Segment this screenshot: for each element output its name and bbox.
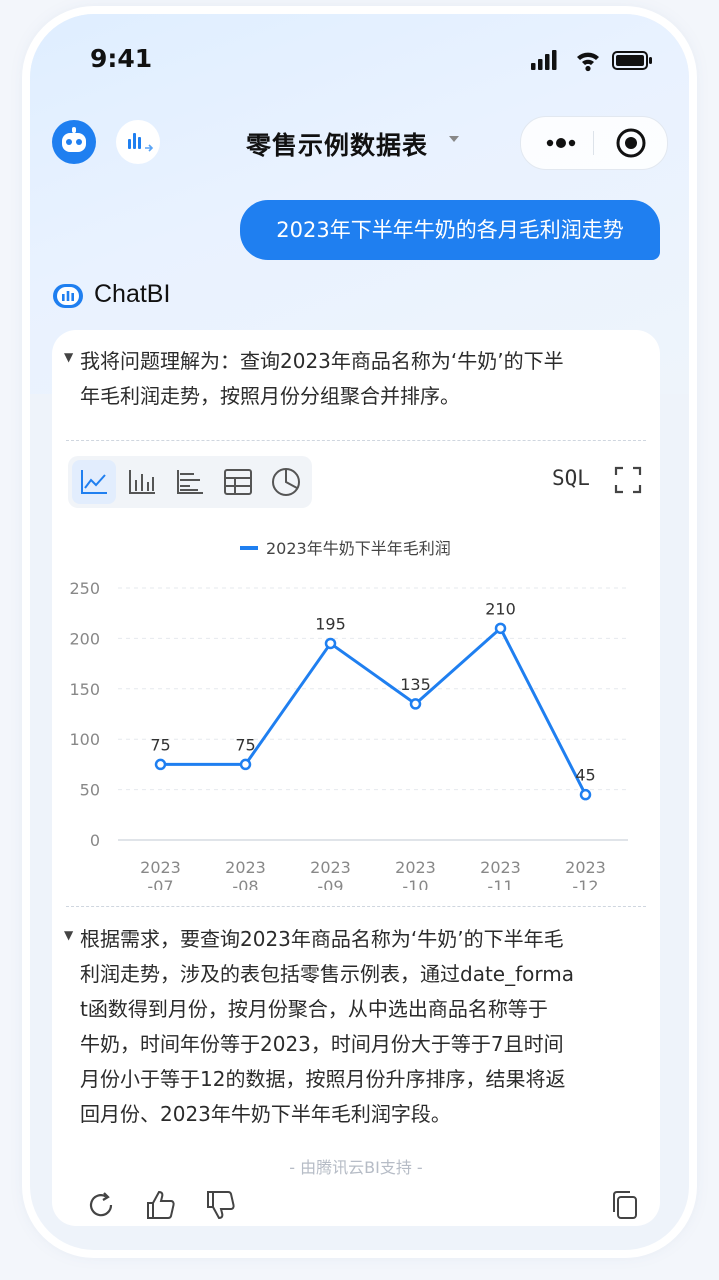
thumbs-down-icon[interactable] bbox=[204, 1188, 238, 1222]
explanation-text: 根据需求，要查询2023年商品名称为‘牛奶’的下半年毛 利润走势，涉及的表包括零… bbox=[80, 922, 574, 1132]
thumbs-up-icon[interactable] bbox=[144, 1188, 178, 1222]
bot-name: ChatBI bbox=[94, 280, 171, 308]
pie-chart-button[interactable] bbox=[264, 460, 308, 504]
divider bbox=[66, 440, 646, 441]
line-chart-button[interactable] bbox=[72, 460, 116, 504]
x-tick-label: -11 bbox=[487, 877, 513, 890]
horizontal-bar-icon bbox=[177, 470, 203, 494]
x-tick-label: 2023 bbox=[480, 858, 521, 877]
page-title[interactable]: 零售示例数据表 bbox=[246, 126, 428, 162]
phone-frame: 9:41 零售示例数据表 2023年下半年牛奶的各月毛利润走势 ChatBI ▼… bbox=[30, 14, 689, 1250]
y-tick-label: 0 bbox=[90, 831, 100, 850]
powered-by: - 由腾讯云BI支持 - bbox=[289, 1158, 423, 1177]
robot-icon bbox=[62, 127, 86, 152]
chart-type-toolbar bbox=[68, 456, 312, 508]
table-icon bbox=[224, 469, 252, 495]
y-tick-label: 150 bbox=[69, 680, 100, 699]
data-point bbox=[154, 758, 167, 771]
understanding-line: 年毛利润走势，按照月份分组聚合并排序。 bbox=[80, 384, 460, 408]
collapse-caret-icon[interactable]: ▼ bbox=[64, 350, 73, 364]
signal-icon bbox=[531, 50, 557, 70]
mini-program-capsule bbox=[520, 116, 668, 170]
y-tick-label: 50 bbox=[80, 781, 100, 800]
status-icons bbox=[531, 50, 652, 72]
close-mini-program-icon[interactable] bbox=[601, 117, 661, 169]
x-tick-label: 2023 bbox=[395, 858, 436, 877]
data-label: 195 bbox=[315, 614, 346, 633]
x-tick-label: 2023 bbox=[565, 858, 606, 877]
app-header: 零售示例数据表 bbox=[30, 114, 689, 198]
bot-avatar[interactable] bbox=[52, 120, 96, 164]
chevron-down-icon[interactable] bbox=[448, 134, 460, 144]
x-tick-label: 2023 bbox=[225, 858, 266, 877]
more-icon[interactable] bbox=[531, 117, 589, 169]
legend-label: 2023年牛奶下半年毛利润 bbox=[266, 539, 451, 558]
x-tick-label: 2023 bbox=[140, 858, 181, 877]
chatbi-logo-icon bbox=[53, 284, 83, 308]
pie-chart-icon bbox=[272, 468, 300, 496]
x-tick-label: -12 bbox=[572, 877, 598, 890]
user-message-bubble: 2023年下半年牛奶的各月毛利润走势 bbox=[240, 200, 660, 260]
status-time: 9:41 bbox=[90, 44, 153, 73]
x-tick-label: -08 bbox=[232, 877, 258, 890]
line-chart-icon bbox=[81, 470, 107, 494]
series-line bbox=[160, 626, 587, 796]
x-tick-label: -10 bbox=[402, 877, 428, 890]
wifi-icon bbox=[577, 52, 599, 72]
x-tick-label: 2023 bbox=[310, 858, 351, 877]
battery-icon bbox=[612, 51, 652, 70]
collapse-caret-icon[interactable]: ▼ bbox=[64, 928, 73, 942]
data-label: 135 bbox=[400, 675, 431, 694]
explanation-line: t函数得到月份，按月份聚合，从中选出商品名称等于 bbox=[80, 997, 548, 1021]
explanation-line: 利润走势，涉及的表包括零售示例表，通过date_forma bbox=[80, 962, 574, 986]
data-label: 210 bbox=[485, 599, 516, 618]
explanation-line: 回月份、2023年牛奶下半年毛利润字段。 bbox=[80, 1102, 451, 1126]
data-label: 75 bbox=[235, 735, 255, 754]
explanation-line: 月份小于等于12的数据，按照月份升序排序，结果将返 bbox=[80, 1067, 566, 1091]
data-point bbox=[494, 622, 507, 635]
x-tick-label: -09 bbox=[317, 877, 343, 890]
bi-avatar[interactable] bbox=[116, 120, 160, 164]
data-point bbox=[409, 698, 422, 710]
bar-chart-icon bbox=[129, 470, 155, 494]
refresh-icon[interactable] bbox=[84, 1188, 118, 1222]
horizontal-bar-button[interactable] bbox=[168, 460, 212, 504]
divider bbox=[66, 906, 646, 907]
x-tick-label: -07 bbox=[147, 877, 173, 890]
sql-button[interactable]: SQL bbox=[552, 466, 590, 490]
understanding-text: 我将问题理解为：查询2023年商品名称为‘牛奶’的下半 年毛利润走势，按照月份分… bbox=[80, 344, 564, 414]
line-chart: 2023年牛奶下半年毛利润0501001502002502023-072023-… bbox=[69, 539, 628, 890]
data-label: 45 bbox=[575, 766, 595, 785]
y-tick-label: 100 bbox=[69, 730, 100, 749]
copy-icon[interactable] bbox=[608, 1188, 642, 1222]
status-bar: 9:41 bbox=[30, 14, 689, 104]
data-point bbox=[324, 637, 337, 650]
bi-chart-icon bbox=[128, 133, 154, 152]
message-actions bbox=[52, 1182, 660, 1226]
explanation-line: 牛奶，时间年份等于2023，时间月份大于等于7且时间 bbox=[80, 1032, 564, 1056]
bar-chart-button[interactable] bbox=[120, 460, 164, 504]
data-point bbox=[239, 758, 252, 771]
y-tick-label: 250 bbox=[69, 579, 100, 598]
capsule-divider bbox=[593, 131, 594, 155]
data-label: 75 bbox=[150, 735, 170, 754]
answer-card: ▼ 我将问题理解为：查询2023年商品名称为‘牛奶’的下半 年毛利润走势，按照月… bbox=[52, 330, 660, 1226]
data-point bbox=[579, 788, 592, 801]
understanding-line: 我将问题理解为：查询2023年商品名称为‘牛奶’的下半 bbox=[80, 349, 564, 373]
fullscreen-icon[interactable] bbox=[614, 466, 642, 494]
explanation-line: 根据需求，要查询2023年商品名称为‘牛奶’的下半年毛 bbox=[80, 927, 564, 951]
table-button[interactable] bbox=[216, 460, 260, 504]
y-tick-label: 200 bbox=[69, 629, 100, 648]
